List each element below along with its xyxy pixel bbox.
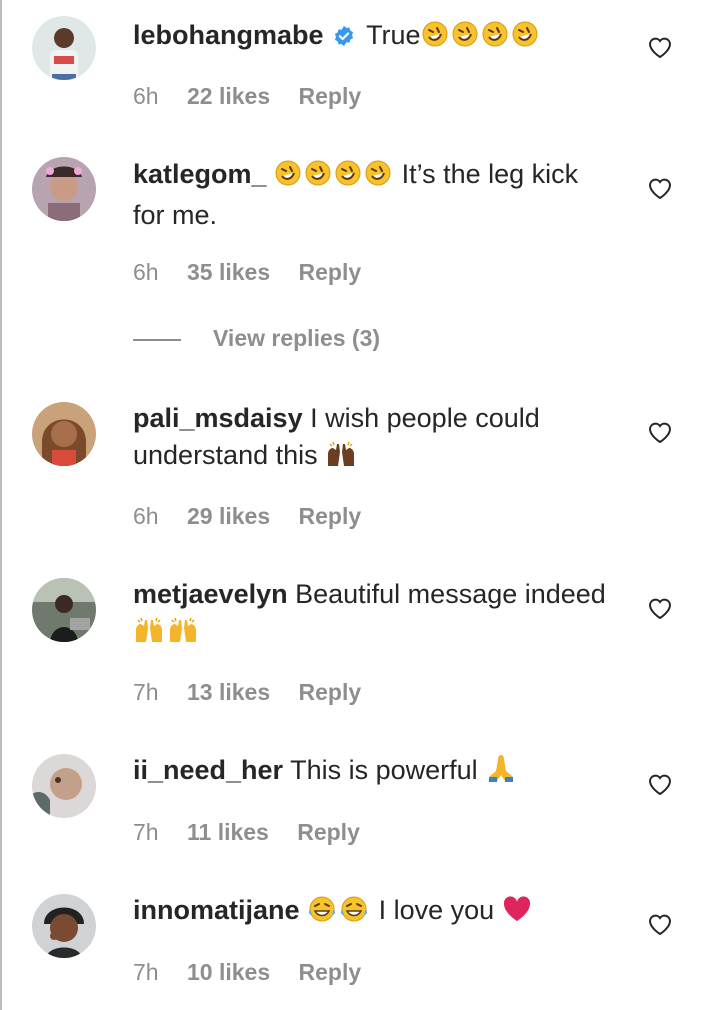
like-heart-icon[interactable] xyxy=(647,420,673,444)
comment-body: This is powerful xyxy=(290,755,478,785)
verified-badge-icon xyxy=(333,20,355,57)
left-border xyxy=(0,0,2,1010)
avatar[interactable] xyxy=(32,578,96,642)
reply-button[interactable]: Reply xyxy=(299,959,362,985)
avatar[interactable] xyxy=(32,754,96,818)
like-heart-icon[interactable] xyxy=(647,596,673,620)
replies-divider-line xyxy=(133,338,181,341)
reply-button[interactable]: Reply xyxy=(299,679,362,705)
reply-button[interactable]: Reply xyxy=(297,819,360,845)
comment-time: 7h xyxy=(133,679,159,705)
likes-count[interactable]: 35 likes xyxy=(187,259,270,285)
avatar[interactable] xyxy=(32,157,96,221)
likes-count[interactable]: 13 likes xyxy=(187,679,270,705)
likes-count[interactable]: 10 likes xyxy=(187,959,270,985)
like-heart-icon[interactable] xyxy=(647,35,673,59)
comment-meta: 7h 10 likes Reply xyxy=(133,957,361,987)
username[interactable]: pali_msdaisy xyxy=(133,403,303,433)
rofl-emoji-icon xyxy=(421,20,449,58)
view-replies-label: View replies (3) xyxy=(213,325,381,351)
avatar[interactable] xyxy=(32,402,96,466)
like-heart-icon[interactable] xyxy=(647,772,673,796)
raising-hands-emoji-icon xyxy=(133,616,165,654)
comment-time: 7h xyxy=(133,819,159,845)
rofl-emoji-icon xyxy=(334,159,362,197)
reply-button[interactable]: Reply xyxy=(299,83,362,109)
comment-time: 7h xyxy=(133,959,159,985)
comment-time: 6h xyxy=(133,83,159,109)
username[interactable]: innomatijane xyxy=(133,895,300,925)
comment-body: I love you xyxy=(378,895,495,925)
folded-hands-emoji-icon xyxy=(485,753,517,793)
rofl-emoji-icon xyxy=(274,159,302,197)
comment-meta: 7h 11 likes Reply xyxy=(133,817,360,847)
username[interactable]: metjaevelyn xyxy=(133,579,288,609)
comment-meta: 7h 13 likes Reply xyxy=(133,677,361,707)
comment-body: Beautiful message indeed xyxy=(295,579,606,609)
rofl-emoji-icon xyxy=(481,20,509,58)
comment-text: ii_need_her This is powerful xyxy=(133,752,613,793)
comment-text: metjaevelyn Beautiful message indeed xyxy=(133,576,613,654)
joy-emoji-icon xyxy=(307,895,337,933)
comment-text: katlegom_ It’s the leg kick for me. xyxy=(133,156,613,234)
rofl-emoji-icon xyxy=(304,159,332,197)
joy-emoji-icon xyxy=(339,895,369,933)
like-heart-icon[interactable] xyxy=(647,176,673,200)
likes-count[interactable]: 11 likes xyxy=(187,819,269,845)
username[interactable]: ii_need_her xyxy=(133,755,283,785)
likes-count[interactable]: 29 likes xyxy=(187,503,270,529)
comment-text: lebohangmabe True xyxy=(133,17,613,58)
likes-count[interactable]: 22 likes xyxy=(187,83,270,109)
comment-text: pali_msdaisy I wish people could underst… xyxy=(133,400,613,478)
red-heart-emoji-icon xyxy=(502,895,532,933)
username[interactable]: lebohangmabe xyxy=(133,20,324,50)
like-heart-icon[interactable] xyxy=(647,912,673,936)
comment-time: 6h xyxy=(133,503,159,529)
raising-hands-emoji-icon xyxy=(167,616,199,654)
avatar[interactable] xyxy=(32,894,96,958)
rofl-emoji-icon xyxy=(511,20,539,58)
reply-button[interactable]: Reply xyxy=(299,259,362,285)
comment-meta: 6h 35 likes Reply xyxy=(133,257,361,287)
raising-hands-emoji-icon xyxy=(325,440,357,478)
comment-text: innomatijane I love you xyxy=(133,892,613,933)
comment-time: 6h xyxy=(133,259,159,285)
username[interactable]: katlegom_ xyxy=(133,159,267,189)
rofl-emoji-icon xyxy=(451,20,479,58)
reply-button[interactable]: Reply xyxy=(299,503,362,529)
rofl-emoji-icon xyxy=(364,159,392,197)
comment-meta: 6h 29 likes Reply xyxy=(133,501,361,531)
view-replies-button[interactable]: View replies (3) xyxy=(133,323,380,353)
avatar[interactable] xyxy=(32,16,96,80)
comment-meta: 6h 22 likes Reply xyxy=(133,81,361,111)
comment-body: True xyxy=(366,20,421,50)
